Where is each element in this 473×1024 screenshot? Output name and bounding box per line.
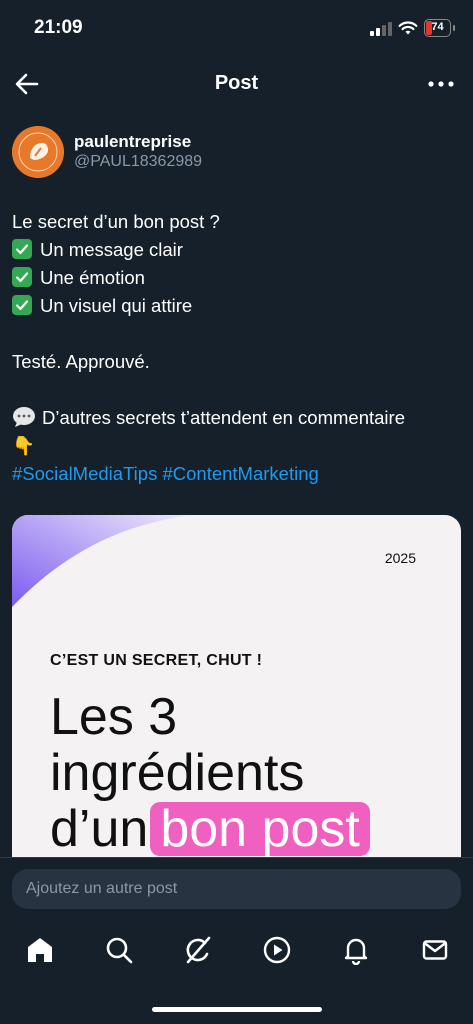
speech-bubble-icon [13,407,35,427]
avatar-logo-icon [12,126,64,178]
checklist-item: Une émotion [12,264,464,292]
headline-line: ingrédients [50,744,305,802]
more-icon [428,81,454,87]
author-name[interactable]: paulentreprise [74,132,191,152]
mail-icon [422,940,448,960]
post-intro: Le secret d’un bon post ? [12,211,220,232]
status-time: 21:09 [34,17,83,38]
page-title: Post [214,72,259,94]
checklist-item: Un message clair [12,236,464,264]
top-bar: Post [0,58,473,110]
image-year: 2025 [384,550,416,566]
reply-input[interactable] [12,869,461,909]
arrow-left-icon [15,73,39,95]
nav-home[interactable] [25,935,55,965]
nav-grok[interactable] [183,935,213,965]
check-mark-icon [12,267,32,287]
checklist-text: Un message clair [40,239,183,260]
battery-level: 74 [431,21,444,33]
decorative-arc [12,515,192,607]
headline-line: Les 3 [50,688,178,746]
bottom-nav [0,919,473,979]
battery-icon: 74 [424,19,455,37]
reply-composer [0,857,473,920]
check-mark-icon [12,295,32,315]
home-icon [28,938,52,962]
author-handle[interactable]: @PAUL18362989 [74,153,202,171]
hashtags-link[interactable]: #SocialMediaTips #ContentMarketing [12,460,464,488]
bell-icon [344,938,368,966]
grok-icon [186,936,211,964]
image-kicker: C’EST UN SECRET, CHUT ! [50,652,263,669]
nav-messages[interactable] [420,935,450,965]
post-verdict: Testé. Approuvé. [12,351,150,372]
check-mark-icon [12,239,32,259]
headline-line: d’un [50,800,149,858]
back-button[interactable] [12,69,42,99]
status-bar: 21:09 74 [0,0,473,58]
nav-video[interactable] [262,935,292,965]
video-icon [263,936,291,964]
nav-notifications[interactable] [341,935,371,966]
avatar[interactable] [12,126,64,178]
post-text: Le secret d’un bon post ? Un message cla… [12,208,464,488]
headline-highlight: bon post [150,802,370,856]
wifi-icon [398,21,418,35]
cta-text: D’autres secrets t’attendent en commenta… [42,407,405,428]
nav-search[interactable] [104,935,134,965]
image-headline: Les 3 ingrédients d’un bon post [50,689,370,857]
post-cta: D’autres secrets t’attendent en commenta… [12,404,464,432]
search-icon [106,937,133,964]
checklist-item: Un visuel qui attire [12,292,464,320]
more-options-button[interactable] [427,72,455,96]
signal-icon [370,22,392,36]
pointing-down-icon: 👇 [12,435,36,456]
checklist-text: Un visuel qui attire [40,295,193,316]
home-indicator [152,1007,322,1012]
post-image[interactable]: 2025 C’EST UN SECRET, CHUT ! Les 3 ingré… [12,515,461,860]
checklist-text: Une émotion [40,267,145,288]
